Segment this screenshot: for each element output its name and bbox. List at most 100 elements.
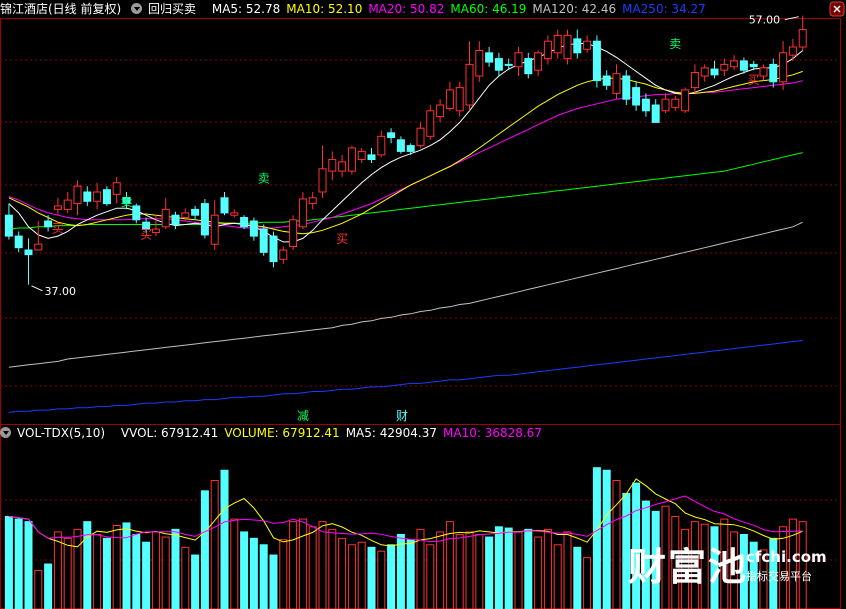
candle-body [357,150,366,161]
candle [612,64,621,100]
candle-body [63,199,72,210]
stock-chart[interactable]: 买卖买卖买卖买57.0037.00减财 [0,0,846,609]
candle [14,231,23,253]
candle-body [83,191,92,202]
volume-bar [583,557,592,609]
candle-body [240,217,249,228]
volume-indicator[interactable]: VOL-TDX(5,10) [0,426,111,440]
candle [132,203,141,224]
candle-body [524,58,533,75]
candle [171,211,180,230]
ma-legend: MA5: 52.78 MA10: 52.10 MA20: 50.82 MA60: 46… [212,2,712,16]
candle-body [681,89,690,112]
candle-body [259,228,268,253]
candle-body [367,154,376,161]
volume-bar [181,546,190,609]
panel-control[interactable] [828,0,846,18]
volume-indicator-name: VOL-TDX(5,10) [17,426,106,440]
volume-bar [122,522,131,609]
candle-body [191,208,200,216]
candle-body [328,159,337,172]
candle [445,81,454,111]
candle [230,209,239,218]
buy-signal: 买 [52,222,64,236]
candle [259,224,268,256]
candle-body [93,191,102,202]
volume-bar [14,518,23,609]
candle-body [612,73,621,94]
candle-body [14,235,23,249]
chevron-down-icon[interactable] [0,427,11,438]
candle [514,47,523,76]
candle-body [220,197,229,214]
sell-signal: 卖 [258,172,270,186]
volume-bar [377,550,386,609]
candle-body [641,98,650,112]
volume-bar [573,546,582,609]
candle-body [465,63,474,106]
volume-bar [298,518,307,609]
candle [641,93,650,117]
candle [436,99,445,123]
ma-legend-item-3: MA60: 46.19 [450,2,527,16]
volume-bar [200,490,209,609]
volume-bar [34,569,43,609]
candle-body [730,60,739,68]
volume-bar [191,554,200,609]
wealth-signal: 财 [396,409,408,423]
volume-bar [142,541,151,609]
candle-body [563,34,572,60]
volume-bar [73,528,82,609]
candle-body [445,89,454,109]
buy-signal: 买 [140,227,152,241]
candle-body [73,185,82,205]
candle [289,215,298,250]
volume-bar [465,531,474,609]
candle-body [24,249,33,256]
volume-legend-item-2: MA5: 42904.37 [345,426,437,440]
sell-signal: 卖 [669,37,681,51]
candle [328,151,337,181]
candle-body [690,72,699,89]
candle-body [759,67,768,77]
ma5-line [8,43,804,243]
candle-body [298,198,307,228]
candle-body [347,147,356,172]
candle-body [769,63,778,83]
volume-bar [553,544,562,609]
candle [602,70,611,90]
volume-bar [367,546,376,609]
volume-bar [210,480,219,609]
volume-legend-item-1: VOLUME: 67912.41 [224,426,340,440]
candle-body [798,29,807,48]
candle [269,231,278,268]
candle-body [308,197,317,205]
candle-body [416,127,425,147]
volume-bar [318,521,327,609]
candle [769,58,778,88]
price-legend-bar: 锦江酒店(日线 前复权) 回归买卖 MA5: 52.78 MA10: 52.10 M… [0,0,846,18]
candle-body [671,98,680,108]
volume-bar [543,528,552,609]
candle-body [230,212,239,216]
candle-body [749,63,758,68]
candle [563,29,572,65]
chevron-down-icon[interactable] [131,3,143,14]
candle-body [788,46,797,56]
panel-close-icon[interactable] [828,0,846,18]
candle-body [700,67,709,77]
reduce-signal: 减 [297,409,309,423]
candle [367,147,376,163]
candle [465,41,474,111]
volume-bar [161,536,170,609]
volume-bar [426,544,435,609]
candle [279,246,288,264]
indicator-dropdown[interactable]: 回归买卖 [131,2,202,16]
candle-body [583,40,592,50]
volume-bar [534,536,543,609]
candle [93,182,102,210]
candle-body [151,228,160,234]
volume-bar [338,537,347,609]
volume-bar [279,539,288,609]
candle [308,192,317,210]
